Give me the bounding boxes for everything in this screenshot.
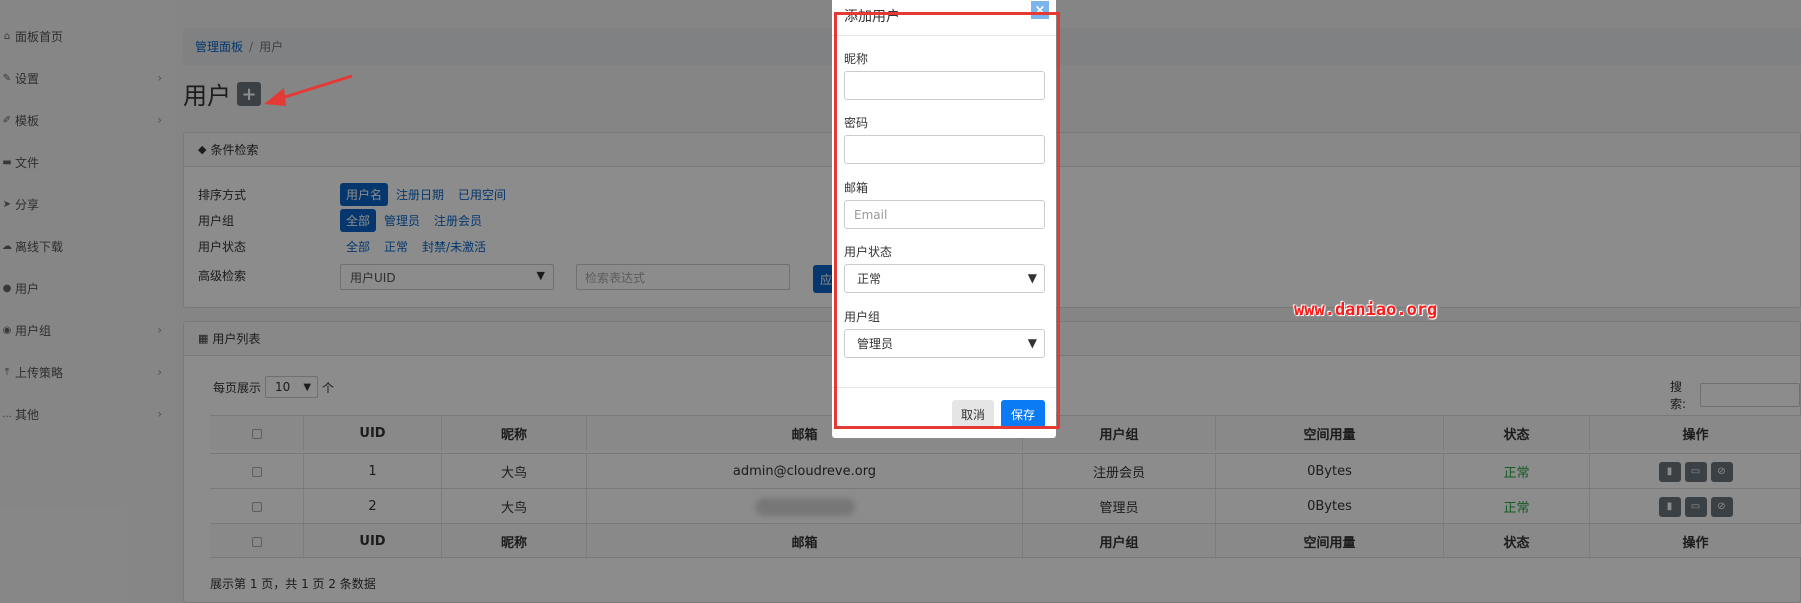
annotation-highlight-box: [834, 12, 1060, 429]
watermark-text: www.daniao.org: [1294, 300, 1438, 320]
annotation-arrow-icon: [264, 74, 353, 106]
